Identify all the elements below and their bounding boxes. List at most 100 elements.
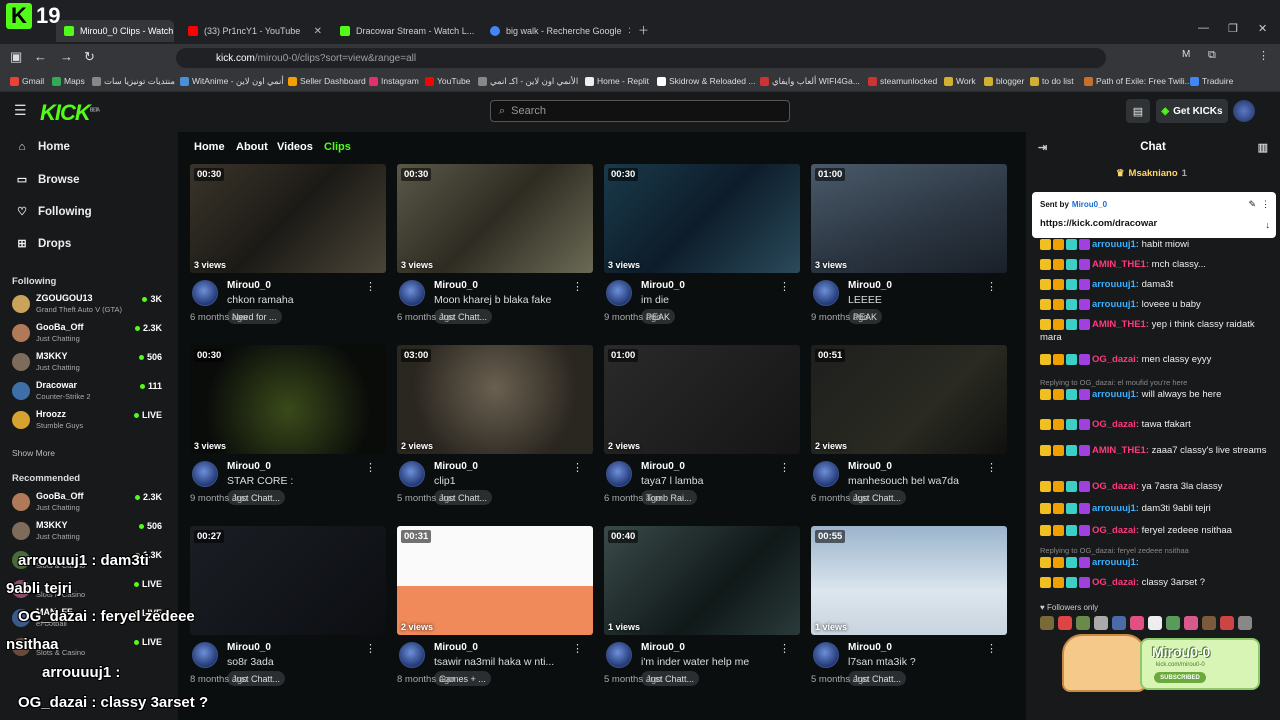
bookmark-item[interactable]: Maps	[52, 76, 85, 86]
get-kicks-button[interactable]: ◈ Get KICKs	[1156, 99, 1228, 123]
emote-icon[interactable]	[1112, 616, 1126, 630]
clip-thumbnail[interactable]: 00:30 3 views	[190, 345, 386, 454]
clip-thumbnail[interactable]: 03:00 2 views	[397, 345, 593, 454]
clip-username[interactable]: Mirou0_0	[227, 642, 271, 653]
channel-avatar[interactable]	[192, 642, 218, 668]
url-field[interactable]: kick.com/mirou0-0/clips?sort=view&range=…	[176, 48, 1106, 68]
chat-username[interactable]: AMIN_THE1:	[1092, 319, 1149, 330]
bookmark-item[interactable]: Traduire	[1190, 76, 1233, 86]
bookmark-item[interactable]: steamunlocked	[868, 76, 937, 86]
clip-card[interactable]: 00:40 1 views Mirou0_0 i'm inder water help…	[604, 526, 800, 698]
more-options-icon[interactable]: ⋮	[365, 280, 376, 293]
clip-card[interactable]: 00:30 3 views Mirou0_0 STAR CORE : Just Chat…	[190, 345, 386, 517]
chat-username[interactable]: OG_dazai:	[1092, 354, 1139, 365]
channel-avatar[interactable]	[192, 280, 218, 306]
channel-avatar[interactable]	[813, 461, 839, 487]
clip-card[interactable]: 01:00 3 views Mirou0_0 LEEEE PEAK 9 months ag…	[811, 164, 1007, 336]
sidebar-channel[interactable]: GooBa_Off Just Chatting 2.3K	[12, 320, 162, 346]
chat-username[interactable]: OG_dazai:	[1092, 525, 1139, 536]
clip-thumbnail[interactable]: 00:30 3 views	[190, 164, 386, 273]
emote-icon[interactable]	[1040, 616, 1054, 630]
clip-thumbnail[interactable]: 00:51 2 views	[811, 345, 1007, 454]
emote-icon[interactable]	[1166, 616, 1180, 630]
emote-icon[interactable]	[1148, 616, 1162, 630]
clip-username[interactable]: Mirou0_0	[227, 461, 271, 472]
tab-google[interactable]: big walk - Recherche Google ✕	[482, 20, 630, 42]
clip-title[interactable]: so8r 3ada	[227, 656, 274, 668]
bookmark-item[interactable]: WitAnime - أنمي اون لاين	[180, 76, 284, 87]
clip-thumbnail[interactable]: 00:55 1 views	[811, 526, 1007, 635]
more-options-icon[interactable]: ⋮	[779, 461, 790, 474]
clip-title[interactable]: l7san mta3ik ?	[848, 656, 916, 668]
back-icon[interactable]: ←	[34, 49, 47, 64]
clip-thumbnail[interactable]: 00:27	[190, 526, 386, 635]
tab-videos[interactable]: Videos	[277, 141, 313, 153]
tab-clips[interactable]: Clips	[324, 141, 351, 153]
chat-username[interactable]: AMIN_THE1:	[1092, 445, 1149, 456]
bookmark-item[interactable]: منتديات تونيزيا سات	[92, 76, 175, 87]
emote-icon[interactable]	[1220, 616, 1234, 630]
more-options-icon[interactable]: ⋮	[572, 461, 583, 474]
sidebar-item-home[interactable]: ⌂ Home	[16, 141, 70, 153]
emote-icon[interactable]	[1184, 616, 1198, 630]
clip-card[interactable]: 00:31 2 views Mirou0_0 tsawir na3mil haka w…	[397, 526, 593, 698]
sidebar-channel[interactable]: Dracowar Counter-Strike 2 111	[12, 378, 162, 404]
chat-username[interactable]: arrouuuj1:	[1092, 557, 1139, 568]
emote-icon[interactable]	[1202, 616, 1216, 630]
clip-username[interactable]: Mirou0_0	[434, 280, 478, 291]
bookmark-item[interactable]: Skidrow & Reloaded ...	[657, 76, 755, 86]
tab-mirou-clips[interactable]: Mirou0_0 Clips - Watch Live ✕	[56, 20, 174, 42]
channel-avatar[interactable]	[606, 642, 632, 668]
show-more-link[interactable]: Show More	[12, 448, 55, 458]
clip-card[interactable]: 00:30 3 views Mirou0_0 im die PEAK 9 months a…	[604, 164, 800, 336]
chat-username[interactable]: AMIN_THE1:	[1092, 259, 1149, 270]
clip-username[interactable]: Mirou0_0	[848, 642, 892, 653]
close-tab-icon[interactable]: ✕	[314, 26, 322, 37]
clip-username[interactable]: Mirou0_0	[848, 461, 892, 472]
clip-thumbnail[interactable]: 00:40 1 views	[604, 526, 800, 635]
tab-about[interactable]: About	[236, 141, 268, 153]
more-options-icon[interactable]: ⋮	[572, 280, 583, 293]
channel-avatar[interactable]	[813, 280, 839, 306]
clip-title[interactable]: manhesouch bel wa7da	[848, 475, 959, 487]
clip-card[interactable]: 03:00 2 views Mirou0_0 clip1 Just Chatt... 5 …	[397, 345, 593, 517]
bookmark-item[interactable]: Work	[944, 76, 976, 86]
kick-logo[interactable]: KICKBETA	[40, 100, 100, 126]
sidebar-item-following[interactable]: ♡ Following	[16, 205, 92, 219]
emote-icon[interactable]	[1058, 616, 1072, 630]
user-avatar[interactable]	[1233, 100, 1255, 122]
menu-icon[interactable]: ⋮	[1258, 49, 1269, 62]
tab-dracowar[interactable]: Dracowar Stream - Watch L... ✕	[332, 20, 480, 42]
clip-thumbnail[interactable]: 01:00 3 views	[811, 164, 1007, 273]
clip-card[interactable]: 00:27 Mirou0_0 so8r 3ada Just Chatt... 8 mon…	[190, 526, 386, 698]
channel-avatar[interactable]	[606, 461, 632, 487]
channel-avatar[interactable]	[192, 461, 218, 487]
channel-avatar[interactable]	[399, 642, 425, 668]
sidebar-channel[interactable]: M3KKY Just Chatting 506	[12, 518, 162, 544]
clip-card[interactable]: 00:30 3 views Mirou0_0 chkon ramaha Need for…	[190, 164, 386, 336]
reload-icon[interactable]: ↻	[84, 49, 95, 65]
clip-username[interactable]: Mirou0_0	[434, 642, 478, 653]
clip-thumbnail[interactable]: 00:30 3 views	[604, 164, 800, 273]
minimize-icon[interactable]: —	[1198, 22, 1209, 34]
new-tab-icon[interactable]: ＋	[638, 22, 649, 38]
chat-username[interactable]: OG_dazai:	[1092, 577, 1139, 588]
more-options-icon[interactable]: ⋮	[986, 461, 997, 474]
more-options-icon[interactable]: ⋮	[779, 642, 790, 655]
clip-thumbnail[interactable]: 00:30 3 views	[397, 164, 593, 273]
close-tab-icon[interactable]: ✕	[628, 26, 630, 37]
chat-username[interactable]: OG_dazai:	[1092, 481, 1139, 492]
more-options-icon[interactable]: ⋮	[572, 642, 583, 655]
tab-youtube[interactable]: (33) Pr1ncY1 - YouTube ✕	[180, 20, 330, 42]
bookmark-item[interactable]: YouTube	[425, 76, 470, 86]
clip-card[interactable]: 00:55 1 views Mirou0_0 l7san mta3ik ? Just C…	[811, 526, 1007, 698]
bookmark-item[interactable]: Gmail	[10, 76, 44, 86]
bookmark-item[interactable]: Home - Replit	[585, 76, 649, 86]
chat-username[interactable]: arrouuuj1:	[1092, 279, 1139, 290]
channel-avatar[interactable]	[813, 642, 839, 668]
extensions-icon[interactable]: ⧉	[1208, 49, 1216, 62]
clip-title[interactable]: clip1	[434, 475, 456, 487]
bookmark-item[interactable]: to do list	[1030, 76, 1074, 86]
clip-title[interactable]: Moon kharej b blaka fake	[434, 294, 551, 306]
chat-username[interactable]: arrouuuj1:	[1092, 503, 1139, 514]
